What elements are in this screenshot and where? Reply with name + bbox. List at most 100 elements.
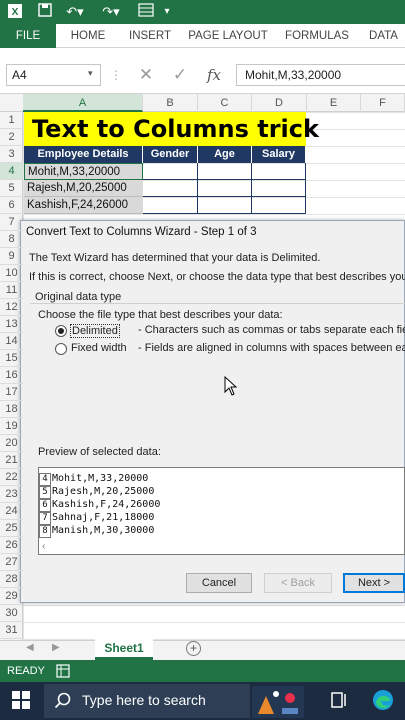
tab-insert[interactable]: INSERT	[122, 24, 178, 48]
row-header[interactable]: 22	[0, 469, 23, 486]
column-header-c[interactable]: C	[198, 94, 252, 112]
row-header[interactable]: 6	[0, 197, 23, 214]
preview-row-number: 6	[39, 499, 51, 512]
empty-cell[interactable]	[252, 163, 306, 180]
title-cell[interactable]: Text to Columns trick	[24, 112, 319, 146]
row-header[interactable]: 19	[0, 418, 23, 435]
insert-function-icon[interactable]: fx	[202, 64, 226, 86]
empty-cell[interactable]	[252, 197, 306, 214]
row-header[interactable]: 11	[0, 282, 23, 299]
row-header[interactable]: 23	[0, 486, 23, 503]
scroll-tabs-right-icon[interactable]: ▶	[52, 642, 60, 653]
empty-cell[interactable]	[143, 197, 198, 214]
name-box[interactable]: A4	[6, 64, 101, 86]
enter-entry-icon[interactable]: ✓	[168, 64, 192, 86]
preview-row-number: 7	[39, 512, 51, 525]
preview-row-number: 8	[39, 525, 51, 538]
empty-cell[interactable]	[252, 180, 306, 197]
sheet-tab-bar	[0, 640, 405, 660]
row-header[interactable]: 12	[0, 299, 23, 316]
dialog-info-line: If this is correct, choose Next, or choo…	[29, 271, 405, 283]
sheet-tab-sheet1[interactable]: Sheet1	[95, 638, 153, 660]
back-button[interactable]: < Back	[264, 573, 332, 593]
add-sheet-icon[interactable]: +	[186, 641, 201, 656]
fixed-width-radio[interactable]	[55, 343, 67, 355]
windows-start-icon[interactable]	[12, 691, 30, 714]
column-header-b[interactable]: B	[143, 94, 198, 112]
search-highlight-icon[interactable]	[252, 686, 304, 718]
tab-file[interactable]: FILE	[0, 24, 56, 48]
customize-qat-icon[interactable]: ▾	[162, 3, 172, 21]
row-header[interactable]: 7	[0, 214, 23, 231]
header-employee-details[interactable]: Employee Details	[24, 146, 143, 163]
row-header[interactable]: 18	[0, 401, 23, 418]
data-cell[interactable]: Rajesh,M,20,25000	[24, 180, 143, 197]
row-header[interactable]: 15	[0, 350, 23, 367]
cancel-button[interactable]: Cancel	[186, 573, 252, 593]
delimited-radio[interactable]	[55, 325, 67, 337]
formula-input[interactable]: Mohit,M,33,20000	[236, 64, 405, 86]
empty-cell[interactable]	[198, 163, 252, 180]
group-label: Original data type	[35, 291, 126, 303]
row-header[interactable]: 5	[0, 180, 23, 197]
status-bar: READY	[0, 660, 405, 682]
tab-home[interactable]: HOME	[64, 24, 112, 48]
svg-text:X: X	[12, 7, 19, 18]
undo-icon[interactable]: ↶▾	[64, 3, 86, 21]
row-header[interactable]: 1	[0, 112, 23, 129]
row-header[interactable]: 9	[0, 248, 23, 265]
row-header[interactable]: 29	[0, 588, 23, 605]
header-gender[interactable]: Gender	[143, 146, 198, 163]
search-placeholder[interactable]: Type here to search	[82, 692, 206, 708]
name-box-dropdown-icon[interactable]: ▾	[88, 68, 93, 79]
column-header-f[interactable]: F	[361, 94, 405, 112]
header-salary[interactable]: Salary	[252, 146, 306, 163]
row-header[interactable]: 20	[0, 435, 23, 452]
task-view-icon[interactable]	[330, 691, 348, 714]
data-cell[interactable]: Kashish,F,24,26000	[24, 197, 143, 214]
column-header-a[interactable]: A	[23, 94, 143, 112]
row-header[interactable]: 17	[0, 384, 23, 401]
row-header[interactable]: 16	[0, 367, 23, 384]
row-header[interactable]: 27	[0, 554, 23, 571]
tab-data[interactable]: DATA	[362, 24, 405, 48]
empty-cell[interactable]	[143, 180, 198, 197]
row-header[interactable]: 4	[0, 163, 23, 180]
column-header-e[interactable]: E	[307, 94, 361, 112]
preview-line: Kashish,F,24,26000	[52, 499, 161, 510]
tab-page-layout[interactable]: PAGE LAYOUT	[186, 24, 270, 48]
row-header[interactable]: 26	[0, 537, 23, 554]
delimited-label[interactable]: Delimited	[70, 324, 120, 338]
row-header[interactable]: 21	[0, 452, 23, 469]
row-header[interactable]: 13	[0, 316, 23, 333]
tab-formulas[interactable]: FORMULAS	[280, 24, 354, 48]
redo-icon[interactable]: ↷▾	[100, 3, 122, 21]
row-header[interactable]: 10	[0, 265, 23, 282]
excel-logo-icon: X	[6, 3, 24, 21]
form-icon[interactable]	[136, 3, 156, 21]
column-header-d[interactable]: D	[252, 94, 307, 112]
preview-line: Rajesh,M,20,25000	[52, 486, 155, 497]
cancel-entry-icon[interactable]: ✕	[134, 64, 158, 86]
scroll-tabs-left-icon[interactable]: ◀	[26, 642, 34, 653]
preview-scroll-left-icon[interactable]: ‹	[42, 541, 45, 552]
data-cell[interactable]: Mohit,M,33,20000	[24, 163, 143, 180]
row-header[interactable]: 24	[0, 503, 23, 520]
empty-cell[interactable]	[198, 197, 252, 214]
header-age[interactable]: Age	[198, 146, 252, 163]
row-header[interactable]: 2	[0, 129, 23, 146]
row-header[interactable]: 14	[0, 333, 23, 350]
row-header[interactable]: 25	[0, 520, 23, 537]
empty-cell[interactable]	[198, 180, 252, 197]
fixed-width-label[interactable]: Fixed width	[71, 342, 127, 354]
row-header[interactable]: 28	[0, 571, 23, 588]
edge-browser-icon[interactable]	[372, 689, 394, 716]
empty-cell[interactable]	[143, 163, 198, 180]
row-header[interactable]: 8	[0, 231, 23, 248]
next-button[interactable]: Next >	[343, 573, 405, 593]
row-header[interactable]: 31	[0, 622, 23, 639]
preview-line: Manish,M,30,30000	[52, 525, 155, 536]
save-icon[interactable]	[36, 3, 54, 21]
row-header[interactable]: 3	[0, 146, 23, 163]
row-header[interactable]: 30	[0, 605, 23, 622]
